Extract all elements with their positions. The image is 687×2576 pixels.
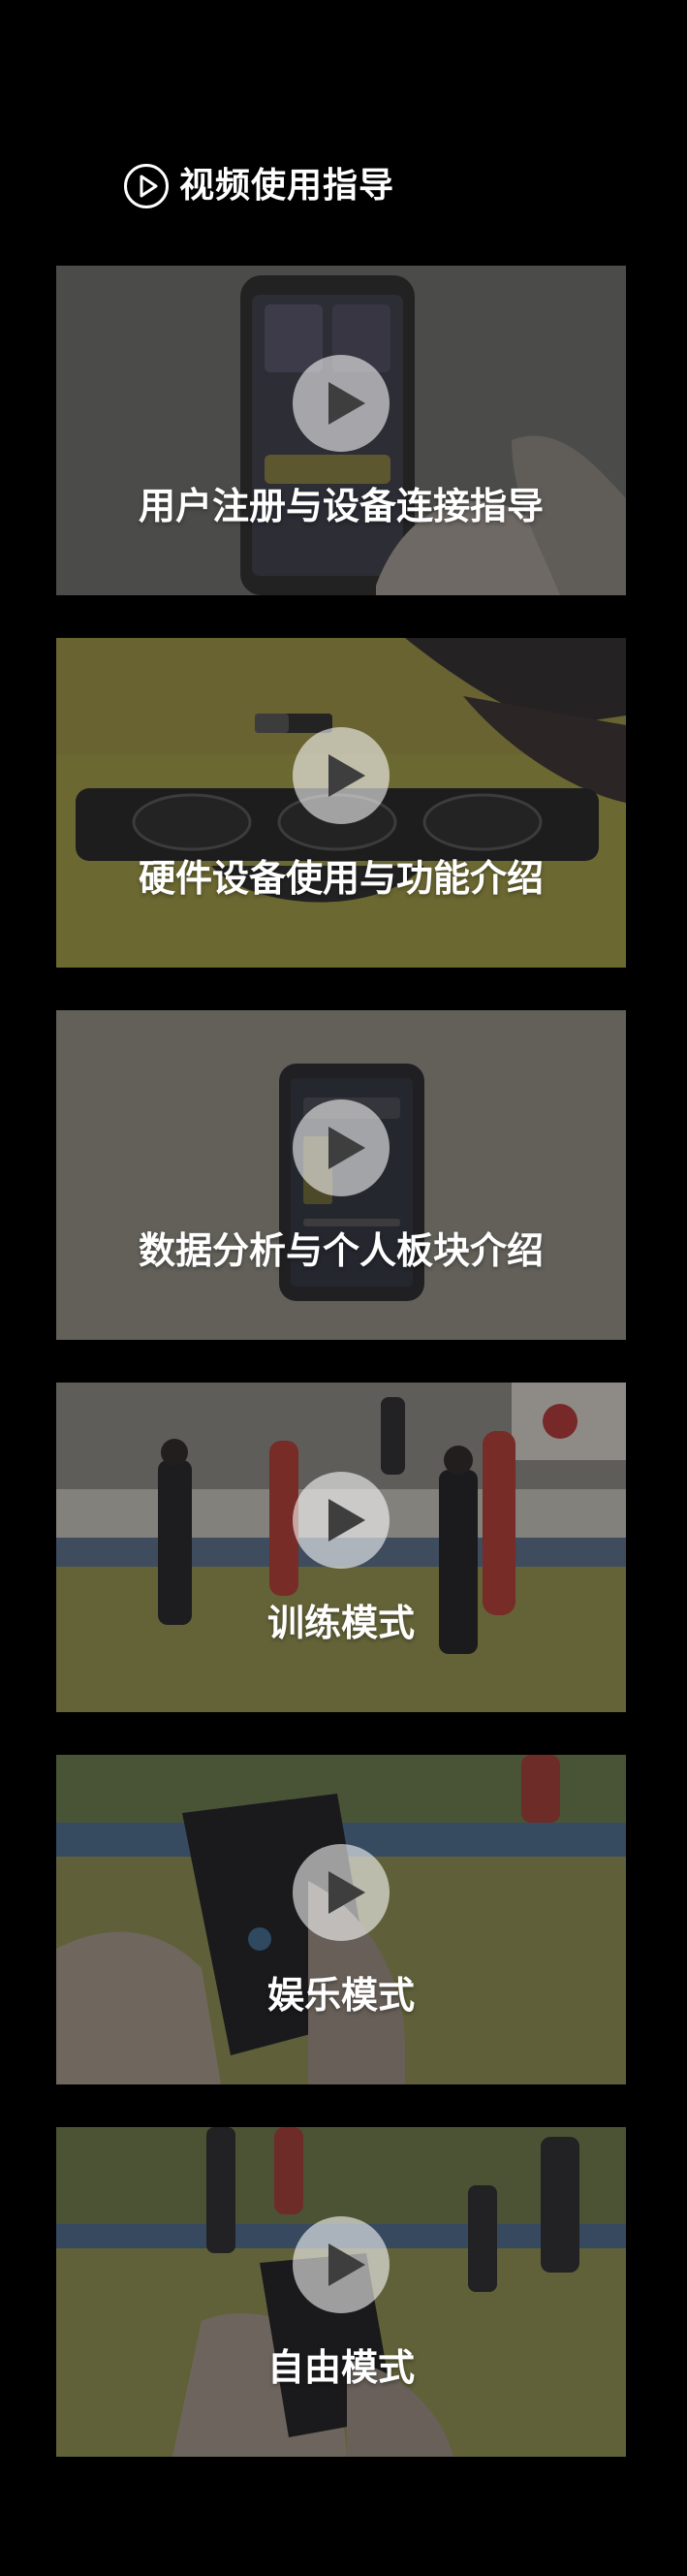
section-header: 视频使用指导 xyxy=(123,159,394,213)
play-button[interactable] xyxy=(293,355,390,452)
play-button[interactable] xyxy=(293,1844,390,1941)
video-card-entertainment-mode[interactable]: 娱乐模式 xyxy=(56,1755,626,2084)
video-title: 硬件设备使用与功能介绍 xyxy=(138,857,544,900)
play-circle-icon xyxy=(124,164,169,208)
play-icon xyxy=(328,1871,365,1914)
play-button[interactable] xyxy=(293,727,390,824)
play-button[interactable] xyxy=(293,2216,390,2313)
video-title: 数据分析与个人板块介绍 xyxy=(138,1229,544,1272)
video-title: 自由模式 xyxy=(266,2346,415,2389)
play-icon xyxy=(328,1127,365,1169)
video-card-training-mode[interactable]: 训练模式 xyxy=(56,1383,626,1712)
video-title: 训练模式 xyxy=(266,1602,415,1644)
video-card-data-analysis[interactable]: 数据分析与个人板块介绍 xyxy=(56,1010,626,1340)
play-icon xyxy=(328,382,365,425)
video-card-registration[interactable]: 用户注册与设备连接指导 xyxy=(56,266,626,595)
play-button[interactable] xyxy=(293,1099,390,1196)
play-icon xyxy=(328,754,365,797)
video-card-hardware[interactable]: 硬件设备使用与功能介绍 xyxy=(56,638,626,968)
play-button[interactable] xyxy=(293,1472,390,1569)
video-title: 用户注册与设备连接指导 xyxy=(138,485,544,527)
play-icon xyxy=(328,1499,365,1542)
video-title: 娱乐模式 xyxy=(266,1974,415,2017)
video-card-free-mode[interactable]: 自由模式 xyxy=(56,2127,626,2457)
section-title: 视频使用指导 xyxy=(179,166,395,206)
play-icon xyxy=(328,2243,365,2286)
